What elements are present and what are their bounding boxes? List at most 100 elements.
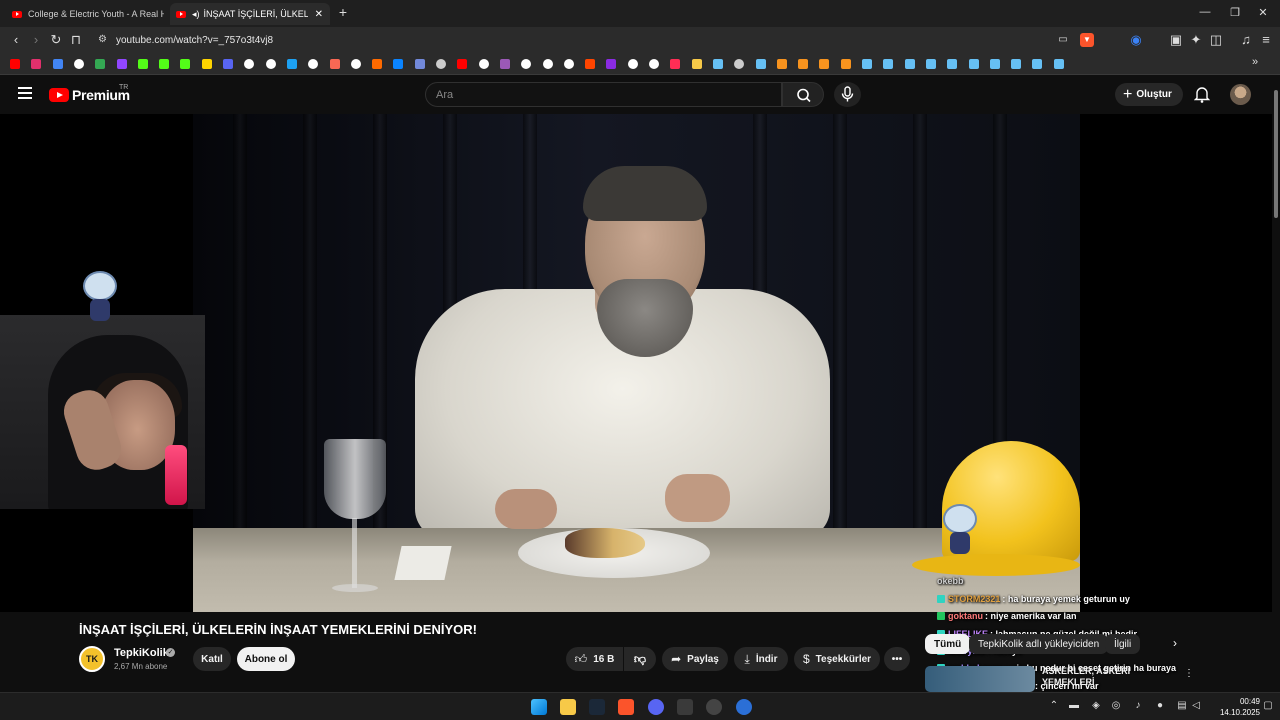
bookmark-favicon-icon[interactable] — [393, 59, 404, 69]
screenshot-icon[interactable]: ▣ — [1168, 32, 1184, 48]
bookmark-favicon-icon[interactable] — [137, 59, 148, 69]
bookmark-favicon-icon[interactable] — [10, 59, 20, 69]
bookmark-favicon-icon[interactable] — [265, 59, 276, 69]
sidebar-icon[interactable]: ◫ — [1208, 32, 1224, 48]
back-icon[interactable]: ‹ — [8, 32, 24, 48]
bookmark-favicon-icon[interactable] — [819, 59, 830, 69]
bookmark-favicon-icon[interactable] — [73, 59, 84, 69]
bookmark-favicon-icon[interactable] — [308, 59, 319, 69]
bookmark-favicon-icon[interactable] — [862, 59, 872, 69]
bookmark-favicon-icon[interactable] — [286, 59, 297, 69]
bookmark-favicon-icon[interactable] — [649, 59, 659, 69]
bookmark-favicon-icon[interactable] — [712, 59, 723, 69]
bookmark-favicon-icon[interactable] — [116, 59, 127, 69]
bookmark-favicon-icon[interactable] — [159, 59, 170, 69]
download-button[interactable]: ⤓ İndir — [734, 647, 788, 671]
bookmark-favicon-icon[interactable] — [904, 59, 915, 69]
youtube-logo[interactable]: Premium TR — [49, 84, 130, 103]
bookmark-favicon-icon[interactable] — [372, 59, 383, 69]
bookmark-favicon-icon[interactable] — [350, 59, 361, 69]
tray-shield-icon[interactable]: ◈ — [1090, 700, 1102, 711]
bookmark-favicon-icon[interactable] — [968, 59, 979, 69]
page-scrollbar-thumb[interactable] — [1274, 90, 1278, 218]
reload-icon[interactable]: ↻ — [48, 32, 64, 48]
bookmark-favicon-icon[interactable] — [606, 59, 617, 69]
media-icon[interactable]: ♫ — [1238, 32, 1254, 48]
bookmark-favicon-icon[interactable] — [947, 59, 958, 69]
bookmark-favicon-icon[interactable] — [31, 59, 42, 69]
more-actions-button[interactable]: ••• — [884, 647, 910, 671]
chip-all[interactable]: Tümü — [925, 634, 971, 654]
join-button[interactable]: Katıl — [193, 647, 231, 671]
like-button[interactable]: 👍︎ 16 B — [566, 647, 623, 671]
bookmark-favicon-icon[interactable] — [734, 59, 745, 69]
voice-search-button[interactable] — [834, 82, 861, 107]
account-avatar[interactable] — [1230, 84, 1251, 105]
bookmark-favicon-icon[interactable] — [627, 59, 638, 69]
chevron-right-icon[interactable]: › — [1173, 636, 1177, 650]
new-tab-icon[interactable]: + — [336, 4, 350, 20]
settings-app-icon[interactable] — [736, 699, 752, 715]
video-player[interactable] — [0, 114, 1280, 612]
bookmark-favicon-icon[interactable] — [95, 59, 106, 69]
bookmark-favicon-icon[interactable] — [521, 59, 532, 69]
maximize-icon[interactable]: ❐ — [1228, 6, 1242, 19]
chip-related[interactable]: İlgili — [1105, 634, 1141, 654]
bookmark-favicon-icon[interactable] — [1032, 59, 1043, 69]
bookmark-favicon-icon[interactable] — [1011, 59, 1022, 69]
site-settings-icon[interactable]: ⚙ — [98, 34, 107, 45]
brave-shields-icon[interactable]: ▼ — [1080, 33, 1094, 47]
bookmark-favicon-icon[interactable] — [670, 59, 681, 69]
bookmark-favicon-icon[interactable] — [414, 59, 425, 69]
thanks-button[interactable]: $ Teşekkürler — [794, 647, 880, 671]
windows-start-icon[interactable] — [531, 699, 547, 715]
brave-browser-icon[interactable] — [618, 699, 634, 715]
discord-icon[interactable] — [648, 699, 664, 715]
bookmark-favicon-icon[interactable] — [798, 59, 809, 69]
wallet-icon[interactable]: ◉ — [1128, 32, 1144, 48]
tray-steam-icon[interactable]: ◎ — [1110, 700, 1122, 711]
bookmark-favicon-icon[interactable] — [180, 59, 191, 69]
bookmark-favicon-icon[interactable] — [755, 59, 766, 69]
url-field[interactable]: ⚙ youtube.com/watch?v=_757o3t4vj8 — [90, 30, 1070, 50]
bookmark-favicon-icon[interactable] — [52, 59, 63, 69]
more-bookmarks-icon[interactable]: » — [1252, 56, 1258, 68]
tray-expand-icon[interactable]: ⌃ — [1048, 700, 1060, 711]
network-icon[interactable]: ▤ — [1176, 700, 1188, 711]
bookmark-favicon-icon[interactable] — [542, 59, 553, 69]
guide-menu-icon[interactable] — [18, 87, 32, 99]
app-icon[interactable] — [706, 699, 722, 715]
notifications-button[interactable] — [1193, 86, 1211, 108]
tray-app-icon[interactable]: ▬ — [1068, 700, 1080, 711]
bookmark-favicon-icon[interactable] — [201, 59, 212, 69]
steam-icon[interactable] — [589, 699, 605, 715]
bookmark-favicon-icon[interactable] — [840, 59, 851, 69]
bookmark-favicon-icon[interactable] — [329, 59, 340, 69]
notification-center-icon[interactable]: ▢ — [1262, 700, 1274, 711]
bookmark-favicon-icon[interactable] — [244, 59, 255, 69]
menu-icon[interactable]: ≡ — [1258, 32, 1274, 48]
bookmark-favicon-icon[interactable] — [436, 59, 446, 69]
bookmark-favicon-icon[interactable] — [478, 59, 489, 69]
cast-icon[interactable]: ▭ — [1055, 32, 1071, 48]
forward-icon[interactable]: › — [28, 32, 44, 48]
browser-tab-insaat[interactable]: ◂) İNŞAAT İŞÇİLERİ, ÜLKELERİN İNŞAAT ✕ — [170, 3, 330, 25]
bookmark-favicon-icon[interactable] — [457, 59, 468, 69]
bookmark-favicon-icon[interactable] — [223, 59, 233, 69]
bookmark-favicon-icon[interactable] — [585, 59, 596, 69]
bookmark-favicon-icon[interactable] — [499, 59, 510, 69]
bookmark-favicon-icon[interactable] — [989, 59, 1000, 69]
subscribe-button[interactable]: Abone ol — [237, 647, 295, 671]
search-button[interactable] — [782, 82, 824, 107]
related-video-thumbnail[interactable] — [925, 666, 1035, 692]
bookmark-favicon-icon[interactable] — [691, 59, 702, 69]
microphone-tray-icon[interactable]: ● — [1154, 700, 1166, 711]
dislike-button[interactable]: 👎︎ — [624, 647, 656, 671]
related-video-title[interactable]: ASKERLER, ASKERİ YEMEKLERİ — [1042, 666, 1182, 688]
obs-icon[interactable] — [677, 699, 693, 715]
bookmark-icon[interactable]: ⊓ — [68, 32, 84, 48]
related-video-menu-icon[interactable]: ⋮ — [1184, 668, 1194, 679]
create-button[interactable]: + Oluştur — [1115, 83, 1183, 106]
bookmark-favicon-icon[interactable] — [1053, 59, 1064, 69]
minimize-icon[interactable]: — — [1198, 6, 1212, 18]
